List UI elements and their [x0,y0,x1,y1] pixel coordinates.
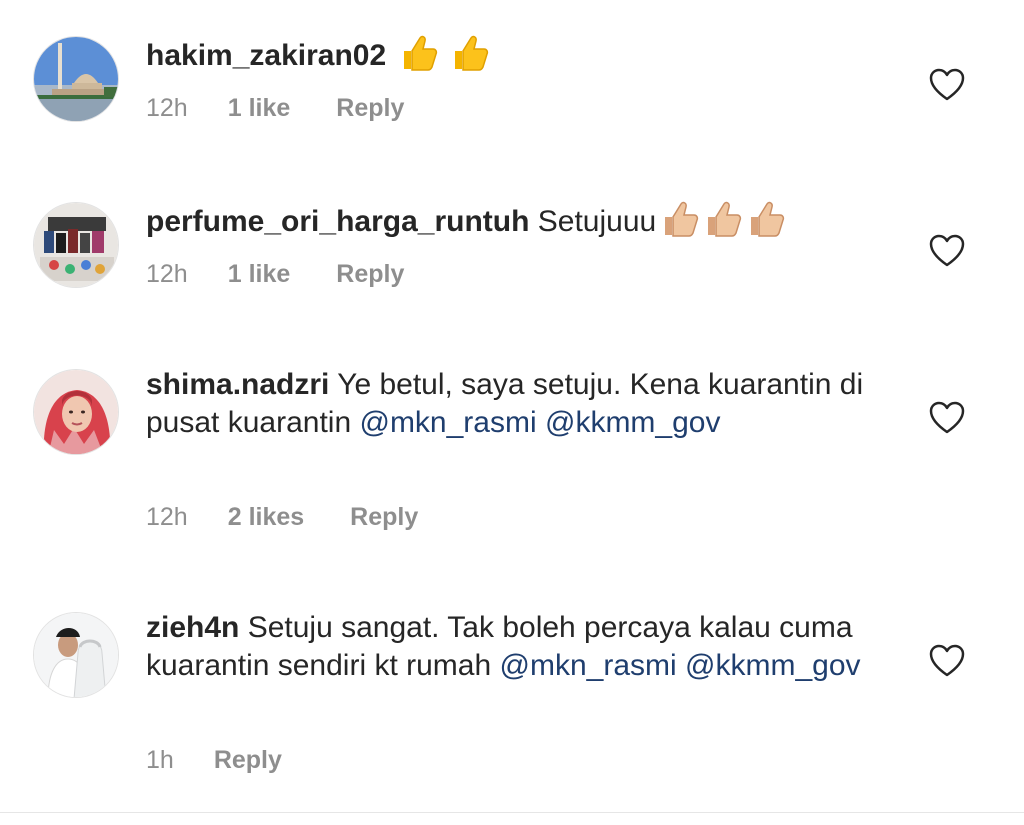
comment-text: zieh4n Setuju sangat. Tak boleh percaya … [146,609,866,685]
mention-link[interactable]: @kkmm_gov [685,649,861,682]
reply-button[interactable]: Reply [214,745,282,775]
comment-text: hakim_zakiran02 [146,33,866,75]
user-avatar[interactable] [33,202,119,288]
comment-meta: 12h 1 like Reply [146,259,404,289]
comment-body: Setujuuu [537,205,657,238]
couple-photo-avatar-icon [34,613,118,697]
comment-likes[interactable]: 1 like [228,93,291,123]
thumbs-up-icon [751,201,785,237]
comment-likes[interactable]: 1 like [228,259,291,289]
thumbs-up-icon [708,201,742,237]
comment-likes[interactable]: 2 likes [228,502,304,532]
user-avatar[interactable] [33,369,119,455]
comment-username[interactable]: zieh4n [146,611,239,644]
comment-emoji-group [395,35,489,72]
heart-outline-icon[interactable] [929,234,965,268]
comment-meta: 12h 2 likes Reply [146,502,418,532]
comment-time: 12h [146,503,188,531]
comment-time: 12h [146,94,188,122]
mention-link[interactable]: @mkn_rasmi [500,649,677,682]
mention-link[interactable]: @mkn_rasmi [359,406,536,439]
comment-text: shima.nadzri Ye betul, saya setuju. Kena… [146,366,866,442]
comment-username[interactable]: perfume_ori_harga_runtuh [146,205,529,238]
comment-username[interactable]: hakim_zakiran02 [146,39,386,72]
heart-outline-icon[interactable] [929,644,965,678]
user-avatar[interactable] [33,612,119,698]
comment-username[interactable]: shima.nadzri [146,368,329,401]
perfume-bottles-avatar-icon [34,203,118,287]
thumbs-up-icon [665,201,699,237]
bottom-divider [0,812,1024,813]
reply-button[interactable]: Reply [350,502,418,532]
comment-meta: 12h 1 like Reply [146,93,404,123]
woman-hijab-avatar-icon [34,370,118,454]
heart-outline-icon[interactable] [929,401,965,435]
comment-text: perfume_ori_harga_runtuh Setujuuu [146,199,866,241]
comment-emoji-group [656,201,785,238]
user-avatar[interactable] [33,36,119,122]
comment-time: 1h [146,746,174,774]
comment-meta: 1h Reply [146,745,282,775]
thumbs-up-icon [403,35,437,71]
reply-button[interactable]: Reply [336,93,404,123]
mosque-photo-avatar-icon [34,37,118,121]
thumbs-up-icon [454,35,488,71]
reply-button[interactable]: Reply [336,259,404,289]
mention-link[interactable]: @kkmm_gov [545,406,721,439]
comment-time: 12h [146,260,188,288]
heart-outline-icon[interactable] [929,68,965,102]
